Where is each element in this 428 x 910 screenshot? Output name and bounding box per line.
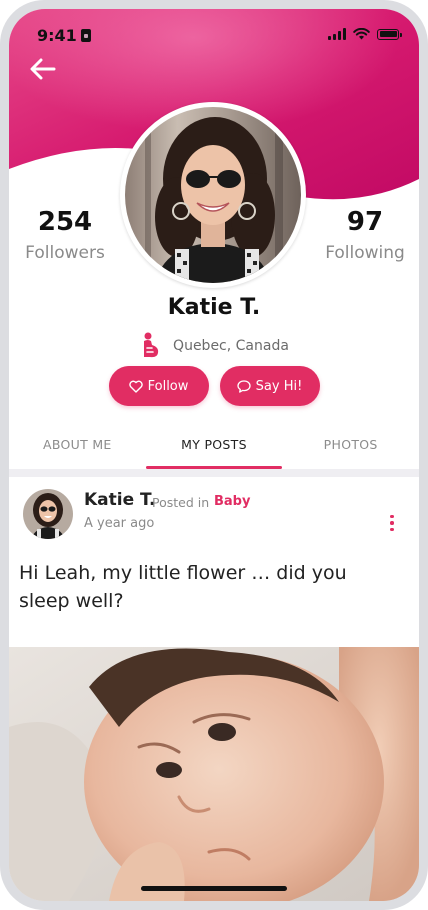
- post-body-text: Hi Leah, my little flower … did you slee…: [19, 562, 347, 612]
- follow-button-label: Follow: [147, 378, 189, 394]
- post-author-photo: [23, 489, 73, 539]
- post-timestamp: A year ago: [84, 516, 155, 531]
- phone-frame: 9:41 254 Followers 97 Following Katie T.…: [0, 0, 428, 910]
- more-vertical-icon: [390, 514, 394, 519]
- home-indicator: [141, 886, 287, 891]
- profile-name: Katie T.: [167, 295, 261, 320]
- posted-in-label: Posted in: [152, 495, 210, 510]
- status-bar: 9:41: [9, 9, 419, 57]
- following-count: 97: [346, 207, 384, 237]
- post-author-name[interactable]: Katie T.: [84, 490, 156, 510]
- followers-stat[interactable]: 254 Followers: [17, 207, 113, 263]
- battery-icon: [377, 28, 402, 40]
- tab-my-posts[interactable]: MY POSTS: [145, 429, 283, 469]
- following-stat[interactable]: 97 Following: [317, 207, 413, 263]
- screen: 9:41 254 Followers 97 Following Katie T.…: [9, 9, 419, 901]
- wifi-icon: [353, 28, 370, 40]
- profile-actions: Follow Say Hi!: [9, 366, 419, 406]
- section-divider: [9, 469, 419, 477]
- post-author-avatar[interactable]: [23, 489, 73, 539]
- back-arrow-icon: [30, 58, 56, 80]
- back-button[interactable]: [25, 51, 61, 87]
- followers-label: Followers: [25, 243, 105, 263]
- status-time-text: 9:41: [37, 26, 77, 45]
- post-category-link[interactable]: Baby: [214, 494, 250, 509]
- post-image[interactable]: [9, 647, 419, 901]
- pregnant-icon: [144, 332, 159, 358]
- post-header: Katie T. Posted in Baby A year ago: [9, 487, 419, 547]
- profile-tabs: ABOUT ME MY POSTS PHOTOS: [9, 429, 419, 469]
- lock-icon: [80, 29, 91, 42]
- post-more-button[interactable]: [385, 511, 399, 535]
- follow-button[interactable]: Follow: [108, 366, 209, 406]
- profile-location: Quebec, Canada: [9, 332, 419, 360]
- followers-count: 254: [37, 207, 93, 237]
- status-time: 9:41: [37, 26, 91, 45]
- profile-photo: [125, 107, 301, 283]
- tab-about-me[interactable]: ABOUT ME: [9, 429, 146, 469]
- heart-icon: [128, 380, 143, 393]
- say-hi-button-label: Say Hi!: [255, 378, 303, 394]
- following-label: Following: [325, 243, 405, 263]
- profile-avatar: [120, 102, 306, 288]
- signal-icon: [328, 28, 346, 40]
- tab-photos[interactable]: PHOTOS: [282, 429, 419, 469]
- chat-bubble-icon: [237, 379, 251, 393]
- location-text: Quebec, Canada: [173, 338, 289, 354]
- status-icons: [328, 28, 402, 40]
- say-hi-button[interactable]: Say Hi!: [219, 366, 320, 406]
